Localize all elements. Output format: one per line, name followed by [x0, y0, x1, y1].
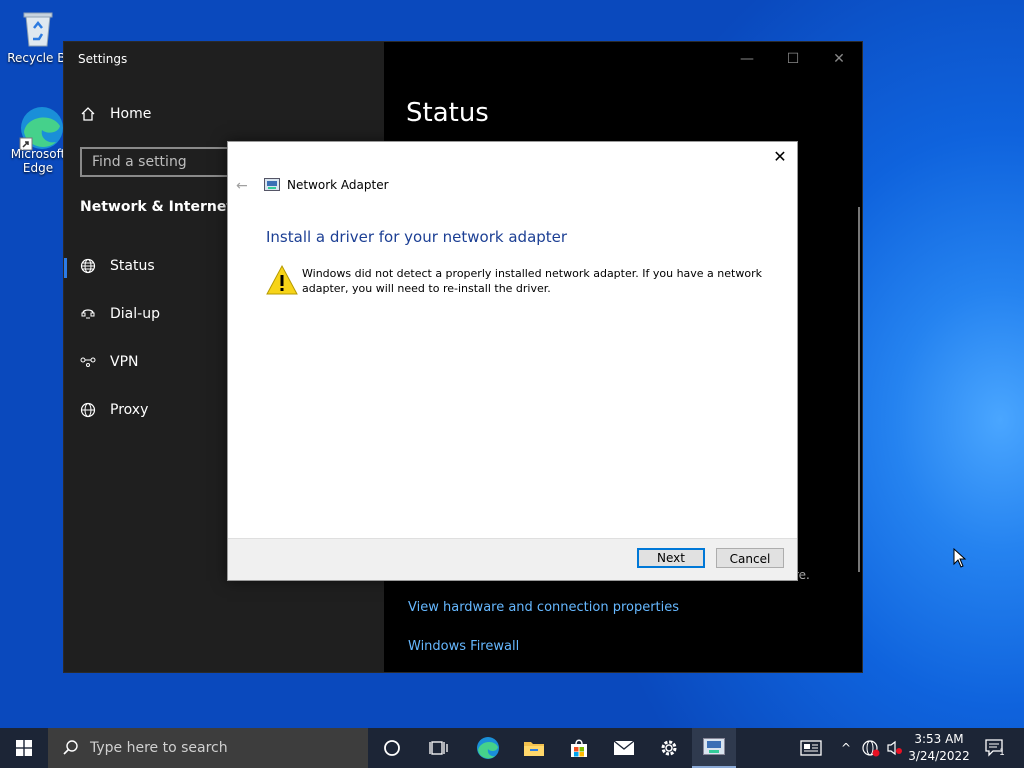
network-adapter-icon: [264, 178, 280, 191]
mail-button[interactable]: [602, 728, 646, 768]
news-button[interactable]: [794, 728, 828, 768]
mouse-cursor-icon: [953, 547, 967, 572]
section-heading: Network & Internet: [80, 199, 234, 215]
dialog-header-label: Network Adapter: [287, 178, 389, 192]
taskbar: Type here to search ^ 3:53 AM 3/24/2022: [0, 728, 1024, 768]
store-button[interactable]: [557, 728, 601, 768]
network-disconnected-icon: [862, 740, 880, 757]
page-title: Status: [406, 98, 489, 128]
volume-muted-icon: [887, 740, 902, 756]
desktop-icon-label: Microsoft Edge: [10, 147, 66, 175]
edge-icon: [18, 104, 63, 151]
scrollbar[interactable]: [858, 207, 860, 572]
dialog-footer: Next Cancel: [228, 538, 797, 580]
nav-item-proxy[interactable]: Proxy: [80, 402, 148, 418]
taskbar-search-placeholder: Type here to search: [90, 740, 228, 756]
news-icon: [800, 740, 822, 756]
link-hardware-properties[interactable]: View hardware and connection properties: [408, 600, 679, 615]
dialog-header: Network Adapter: [264, 178, 389, 192]
back-arrow-icon[interactable]: ←: [236, 178, 248, 194]
recycle-bin-icon: [18, 8, 58, 48]
nav-home[interactable]: Home: [80, 106, 151, 122]
notification-count: 1: [999, 748, 1005, 758]
nav-item-label: Dial-up: [110, 306, 160, 322]
file-explorer-icon: [524, 742, 544, 756]
windows-logo-icon: [16, 740, 32, 756]
network-adapter-dialog: ✕ ← Network Adapter Install a driver for…: [227, 141, 798, 581]
edge-icon: [477, 737, 499, 759]
window-title: Settings: [78, 52, 128, 66]
start-button[interactable]: [0, 728, 48, 768]
cortana-icon: [384, 740, 400, 756]
globe-icon: [80, 402, 96, 418]
desktop-icon-label: Recycle Bi: [7, 51, 69, 65]
nav-item-label: Proxy: [110, 402, 149, 418]
show-hidden-icons-button[interactable]: ^: [836, 728, 856, 768]
network-tray-button[interactable]: [860, 728, 882, 768]
task-view-button[interactable]: [417, 728, 461, 768]
system-clock[interactable]: 3:53 AM 3/24/2022: [906, 731, 972, 765]
network-wizard-taskbar-button[interactable]: [692, 728, 736, 768]
clock-time: 3:53 AM: [914, 732, 964, 746]
chevron-up-icon: ^: [840, 741, 852, 755]
nav-item-label: Status: [110, 258, 155, 274]
dialog-title: Install a driver for your network adapte…: [266, 228, 568, 246]
cortana-button[interactable]: [370, 728, 414, 768]
mail-icon: [613, 740, 635, 755]
taskbar-search-box[interactable]: Type here to search: [48, 728, 368, 768]
nav-selection-indicator: [64, 258, 67, 278]
settings-icon: [661, 740, 677, 756]
nav-item-label: VPN: [110, 354, 139, 370]
network-wizard-icon: [703, 738, 725, 755]
link-windows-firewall[interactable]: Windows Firewall: [408, 639, 519, 654]
vpn-icon: [80, 357, 96, 367]
edge-taskbar-button[interactable]: [466, 728, 510, 768]
home-label: Home: [110, 106, 152, 122]
task-view-icon: [429, 741, 448, 755]
cancel-button[interactable]: Cancel: [716, 548, 784, 568]
nav-item-dialup[interactable]: Dial-up: [80, 306, 160, 322]
search-icon: [63, 740, 78, 755]
dialup-icon: [81, 309, 95, 319]
maximize-button[interactable]: ☐: [770, 48, 816, 70]
minimize-button[interactable]: —: [724, 48, 770, 70]
nav-item-status[interactable]: Status: [80, 258, 155, 274]
store-icon: [571, 739, 587, 757]
dialog-message: Windows did not detect a properly instal…: [302, 267, 762, 295]
file-explorer-button[interactable]: [512, 728, 556, 768]
notifications-button[interactable]: 1: [980, 728, 1010, 768]
nav-item-vpn[interactable]: VPN: [80, 354, 139, 370]
globe-icon: [80, 258, 96, 274]
settings-taskbar-button[interactable]: [647, 728, 691, 768]
home-icon: [81, 107, 95, 121]
close-button[interactable]: ✕: [816, 48, 862, 70]
volume-tray-button[interactable]: [884, 728, 906, 768]
next-button[interactable]: Next: [637, 548, 705, 568]
warning-icon: [266, 264, 298, 300]
clock-date: 3/24/2022: [908, 749, 970, 763]
search-placeholder: Find a setting: [92, 154, 187, 170]
dialog-close-button[interactable]: ✕: [769, 146, 791, 168]
